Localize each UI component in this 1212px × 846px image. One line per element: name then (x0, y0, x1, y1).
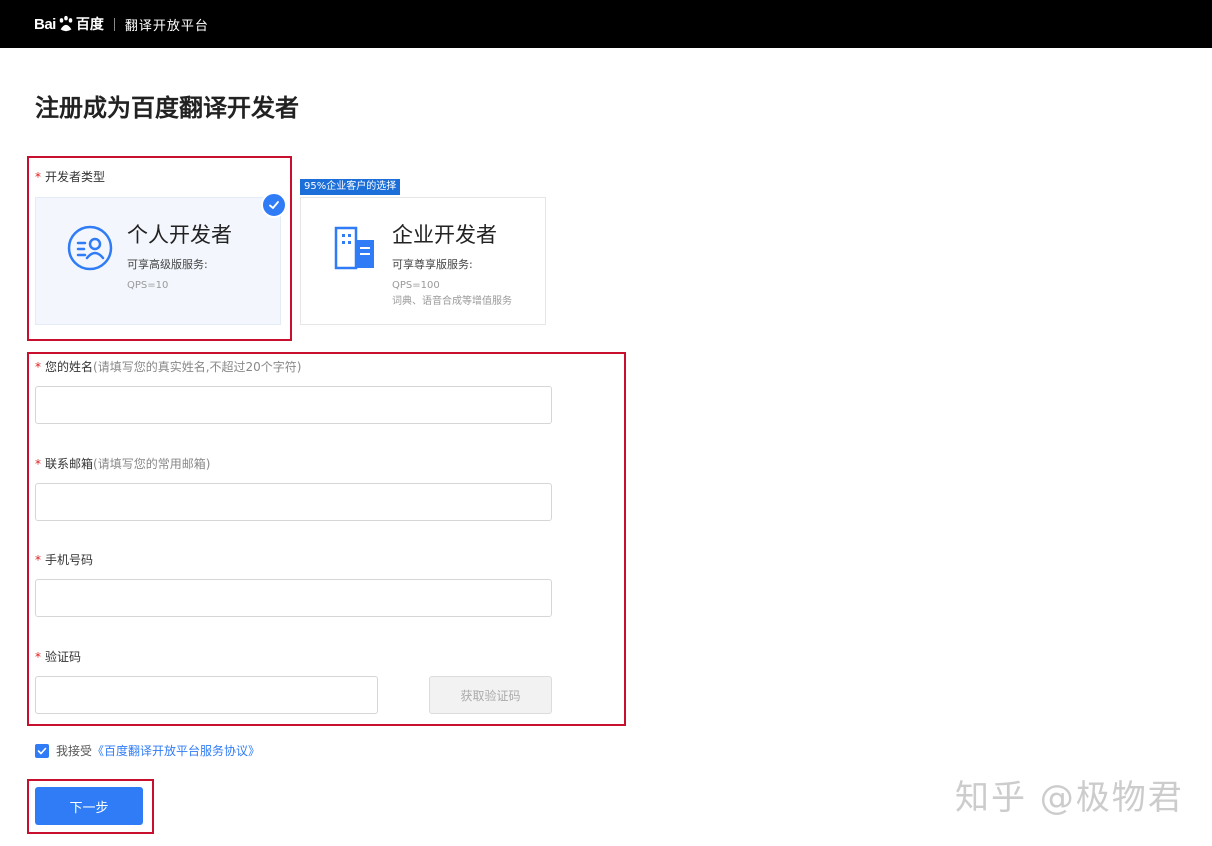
email-input[interactable] (35, 483, 552, 521)
baidu-logo[interactable]: Bai 百度 翻译开放平台 (34, 10, 209, 38)
email-hint: (请填写您的常用邮箱) (93, 457, 211, 471)
phone-input[interactable] (35, 579, 552, 617)
card-description: 可享高级版服务: (127, 258, 208, 271)
agreement-link[interactable]: 《百度翻译开放平台服务协议》 (92, 742, 260, 759)
paw-icon (59, 15, 73, 32)
card-spec: QPS=10 (127, 278, 168, 294)
product-name: 翻译开放平台 (124, 18, 209, 34)
required-mark: * (35, 360, 41, 374)
spec-line: QPS=100 (392, 280, 440, 291)
required-mark: * (35, 553, 41, 567)
get-code-button[interactable]: 获取验证码 (429, 676, 552, 714)
selected-check-badge (261, 192, 287, 218)
agreement-row: 我接受 《百度翻译开放平台服务协议》 (35, 742, 260, 759)
developer-type-label: * 开发者类型 (35, 170, 106, 184)
email-label: * 联系邮箱(请填写您的常用邮箱) (35, 457, 211, 471)
required-mark: * (35, 457, 41, 471)
top-bar: Bai 百度 翻译开放平台 (0, 0, 1212, 48)
logo-text-bai: Bai (34, 15, 56, 33)
card-description: 可享尊享版服务: (392, 258, 473, 271)
logo-text-du: 百度 (75, 17, 104, 33)
spec-line: QPS=10 (127, 280, 169, 291)
checkmark-icon (269, 201, 279, 209)
verification-code-input[interactable] (35, 676, 378, 714)
name-input[interactable] (35, 386, 552, 424)
card-individual-developer[interactable]: 个人开发者 可享高级版服务: QPS=10 (35, 192, 287, 325)
code-label: * 验证码 (35, 650, 82, 664)
next-step-button[interactable]: 下一步 (35, 787, 143, 825)
watermark: 知乎 @极物君 (955, 778, 1184, 818)
card-spec: QPS=100 词典、语音合成等增值服务 (392, 278, 512, 310)
name-hint: (请填写您的真实姓名,不超过20个字符) (93, 360, 302, 374)
card-enterprise-developer[interactable]: 企业开发者 可享尊享版服务: QPS=100 词典、语音合成等增值服务 (300, 197, 546, 325)
page-title: 注册成为百度翻译开发者 (35, 94, 299, 122)
name-label: * 您的姓名(请填写您的真实姓名,不超过20个字符) (35, 360, 302, 374)
checkmark-icon (37, 747, 47, 754)
logo-divider (113, 17, 115, 31)
agreement-text: 我接受 (56, 744, 93, 758)
user-profile-icon (67, 225, 113, 271)
building-icon (334, 226, 374, 270)
phone-label: * 手机号码 (35, 553, 94, 567)
required-mark: * (35, 170, 41, 184)
agreement-checkbox[interactable] (35, 743, 49, 758)
card-title: 企业开发者 (392, 223, 497, 247)
required-mark: * (35, 650, 41, 664)
card-title: 个人开发者 (127, 223, 232, 247)
spec-line: 词典、语音合成等增值服务 (392, 296, 512, 307)
promo-tag: 95%企业客户的选择 (300, 179, 401, 195)
